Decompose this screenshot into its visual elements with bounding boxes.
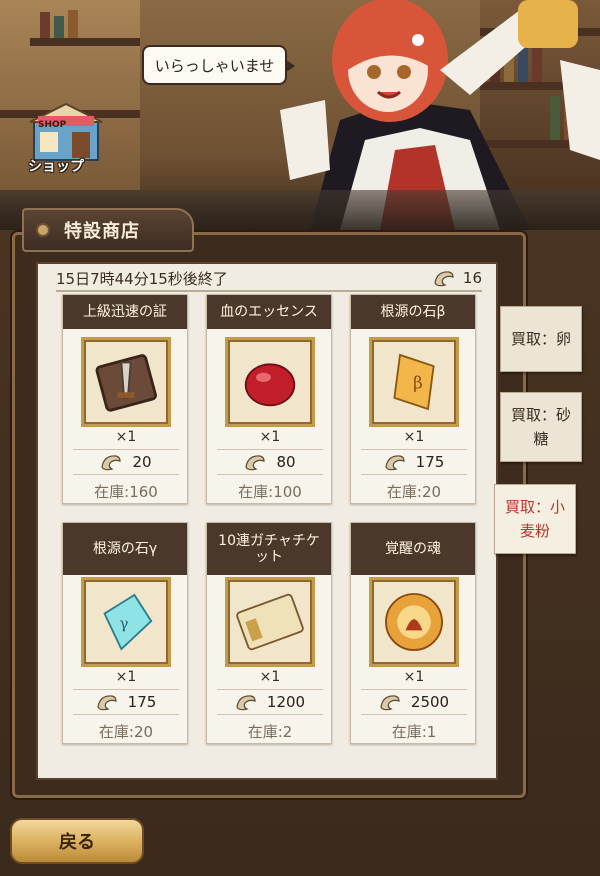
item-price: 20 [73,449,179,475]
shopkeeper-speech-bubble: いらっしゃいませ [142,45,295,85]
panel-title-tab: 特設商店 [22,208,194,252]
horn-currency-icon [380,695,400,711]
tab-buyback-sugar[interactable]: 買取：砂糖 [500,392,582,462]
item-price: 175 [73,689,179,715]
pin-icon [36,223,50,237]
origin-stone-gamma-icon: γ [81,577,171,667]
item-price-value: 20 [132,453,152,471]
item-name: 根源の石β [351,295,475,329]
horn-currency-icon [245,455,266,471]
item-name: 覚醒の魂 [351,523,475,575]
item-price-value: 80 [276,453,296,471]
horn-currency-icon [236,695,256,711]
awakening-soul-icon [369,577,459,667]
item-stock: 在庫:20 [98,723,154,741]
svg-text:β: β [413,373,423,393]
item-quantity: ×1 [115,429,137,445]
item-name: 上級迅速の証 [63,295,187,329]
item-price: 2500 [361,689,467,715]
shop-item-card[interactable]: 血のエッセンス ×1 80 在庫:100 [206,294,332,504]
origin-stone-beta-icon: β [369,337,459,427]
item-name: 血のエッセンス [207,295,331,329]
horn-currency-icon [385,455,405,471]
gacha-ticket-icon [225,577,315,667]
horn-currency-icon [434,271,454,287]
item-quantity: ×1 [403,669,425,685]
item-price-value: 175 [127,693,157,711]
item-price-value: 1200 [266,693,306,711]
blood-essence-icon [225,337,315,427]
item-price-value: 175 [415,453,445,471]
currency-count: 16 [462,269,482,287]
item-stock: 在庫:160 [94,483,158,501]
item-price-value: 2500 [410,693,450,711]
horn-currency-icon [101,455,122,471]
item-price: 1200 [217,689,323,715]
shop-item-card[interactable]: 10連ガチャチケット ×1 1200 在庫:2 [206,522,332,744]
shop-item-card[interactable]: 根源の石β β ×1 175 在庫:20 [350,294,476,504]
back-button[interactable]: 戻る [10,818,144,864]
shop-item-card[interactable]: 覚醒の魂 ×1 2500 在庫:1 [350,522,476,744]
panel-title: 特設商店 [64,221,140,242]
item-name: 根源の石γ [63,523,187,575]
shop-sign: SHOP [38,120,67,130]
shop-item-card[interactable]: 上級迅速の証 ×1 20 在庫:160 [62,294,188,504]
item-quantity: ×1 [259,669,281,685]
item-quantity: ×1 [403,429,425,445]
horn-currency-icon [97,695,117,711]
speed-badge-icon [81,337,171,427]
item-stock: 在庫:20 [386,483,442,501]
tab-buyback-egg[interactable]: 買取：卵 [500,306,582,372]
shop-label: ショップ [28,159,84,175]
item-stock: 在庫:1 [391,723,437,741]
timer-text: 15日7時44分15秒後終了 [56,269,228,288]
item-quantity: ×1 [259,429,281,445]
item-price: 80 [217,449,323,475]
item-stock: 在庫:2 [247,723,293,741]
shop-item-card[interactable]: 根源の石γ γ ×1 175 在庫:20 [62,522,188,744]
timer-row: 15日7時44分15秒後終了 16 [56,266,482,292]
item-stock: 在庫:100 [238,483,302,501]
item-price: 175 [361,449,467,475]
svg-text:γ: γ [119,615,128,633]
item-quantity: ×1 [115,669,137,685]
tab-buyback-flour[interactable]: 買取：小麦粉 [494,484,576,554]
item-name: 10連ガチャチケット [207,523,331,575]
currency-display: 16 [433,269,482,287]
